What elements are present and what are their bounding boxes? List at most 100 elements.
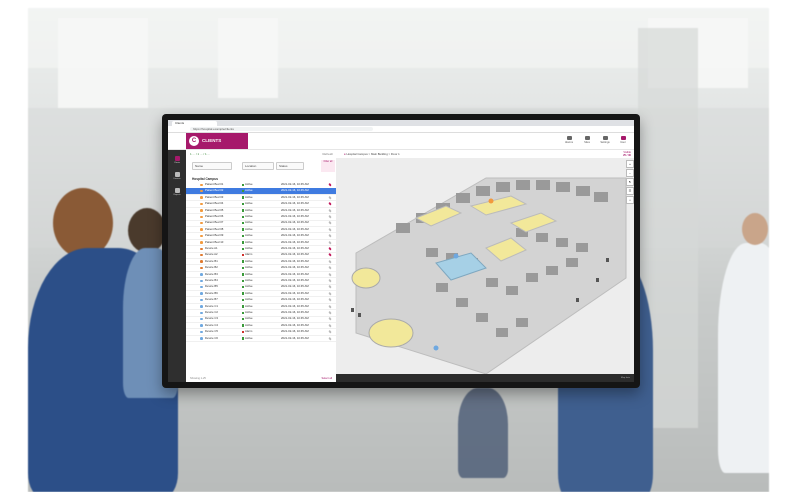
status-flag-icon [242,292,244,295]
location-pin-icon[interactable] [328,329,333,334]
rotate-button[interactable]: ↻ [626,178,634,186]
column-status[interactable]: Status [276,162,304,170]
home-button[interactable]: ⌂ [626,196,634,204]
sites-button[interactable]: Sites [578,136,596,146]
row-time: 2021-02-16, 10:45 AM [281,233,309,238]
row-time: 2021-02-16, 10:45 AM [281,252,309,257]
status-flag-icon [242,298,244,302]
status-dot-icon [200,253,203,257]
location-pin-icon[interactable] [328,310,333,315]
status-dot-icon [200,209,203,212]
url-field[interactable]: https://hospital.example/clients [190,127,373,131]
location-pin-icon[interactable] [328,336,333,341]
row-status: Active [245,310,253,314]
row-time: 2021-02-16, 10:45 AM [281,214,309,218]
row-status: Active [245,188,253,193]
location-pin-icon[interactable] [328,214,333,219]
row-time: 2021-02-16, 10:45 AM [281,226,309,231]
floor-plan-graphic [351,177,627,374]
status-dot-icon [200,247,203,251]
nav-item-devices[interactable]: Devices [172,171,182,181]
status-dot-icon [200,228,203,231]
status-dot-icon [200,183,203,187]
location-pin-icon[interactable] [328,246,333,251]
location-pin-icon[interactable] [328,285,333,289]
row-status: Active [245,265,253,270]
row-name: Device B1 [205,258,218,263]
filter-all-button[interactable]: Filter all [321,160,335,172]
location-pin-icon[interactable] [328,278,333,283]
location-pin-icon[interactable] [328,297,333,302]
row-name: Device C1 [205,303,218,308]
status-dot-icon [200,189,203,193]
location-pin-icon[interactable] [328,221,333,225]
zoom-in-button[interactable]: + [626,160,634,168]
alarms-button[interactable]: Alarms [560,136,578,146]
location-pin-icon[interactable] [328,272,333,277]
app-logo[interactable]: C CLIENTS [186,133,248,149]
row-status: Active [245,316,253,321]
status-flag-icon [242,228,244,231]
location-pin-icon[interactable] [328,240,333,245]
row-time: 2021-02-16, 10:45 AM [281,207,309,212]
app-title: CLIENTS [202,138,222,143]
location-pin-icon[interactable] [328,189,333,193]
nav-label: Clients [173,162,181,164]
group-header[interactable]: Hospital Campus [192,177,218,181]
row-name: Device B3 [205,271,218,276]
map-tools: + − ↻ ☰ ⌂ [626,160,634,205]
status-dot-icon [200,241,203,244]
status-flag-icon [242,317,244,321]
row-status: Active [245,258,253,263]
location-pin-icon[interactable] [328,195,333,200]
user-button[interactable]: User [614,136,632,146]
location-pin-icon[interactable] [328,291,333,296]
location-pin-icon[interactable] [328,233,333,238]
status-flag-icon [242,215,244,219]
floor-map-3d[interactable]: + − ↻ ☰ ⌂ [336,158,634,374]
settings-button[interactable]: Settings [596,136,614,146]
status-dot-icon [200,337,203,340]
status-flag-icon [242,209,244,212]
location-pin-icon[interactable] [328,304,333,309]
column-location[interactable]: Location [242,162,274,170]
row-time: 2021-02-16, 10:45 AM [281,220,309,225]
location-pin-icon[interactable] [328,323,333,328]
status-dot-icon [200,260,203,263]
status-dot-icon [200,317,203,321]
location-pin-icon[interactable] [328,208,333,213]
status-flag-icon [242,324,244,327]
select-all-link[interactable]: Select all [321,377,332,380]
row-name: Device A1 [205,246,218,250]
location-pin-icon[interactable] [328,317,333,321]
status-flag-icon [242,305,244,308]
zoom-out-button[interactable]: − [626,169,634,177]
status-flag-icon [242,202,244,206]
location-pin-icon[interactable] [328,201,333,206]
breadcrumb: ● Hospital Campus > Main Building > Floo… [344,152,400,156]
status-dot-icon [200,324,203,327]
location-pin-icon[interactable] [328,227,333,232]
location-pin-icon[interactable] [328,182,333,187]
row-name: Device B2 [205,265,218,270]
status-flag-icon [242,337,244,340]
logo-icon: C [189,136,199,146]
table-row[interactable]: Device C6 Active 2021-02-16, 10:45 AM [186,336,336,343]
status-dot-icon [200,196,203,199]
nav-item-clients[interactable]: Clients [172,155,182,165]
status-flag-icon [242,311,244,315]
row-status: Active [245,290,253,295]
browser-address-bar: https://hospital.example/clients [168,126,634,133]
row-status: Active [245,297,253,302]
location-pin-icon[interactable] [328,259,333,264]
layers-button[interactable]: ☰ [626,187,634,195]
location-pin-icon[interactable] [328,253,333,257]
row-status: Active [245,207,253,212]
row-name: Device B6 [205,290,218,295]
row-name: Patient Bed 03 [205,194,224,199]
nav-item-reports[interactable]: Reports [172,187,182,197]
location-pin-icon[interactable] [328,265,333,270]
app-header: C CLIENTS Alarms Sites Settings User [168,133,634,150]
column-name[interactable]: Name [192,162,232,170]
refresh-link[interactable]: Refresh [322,152,333,156]
